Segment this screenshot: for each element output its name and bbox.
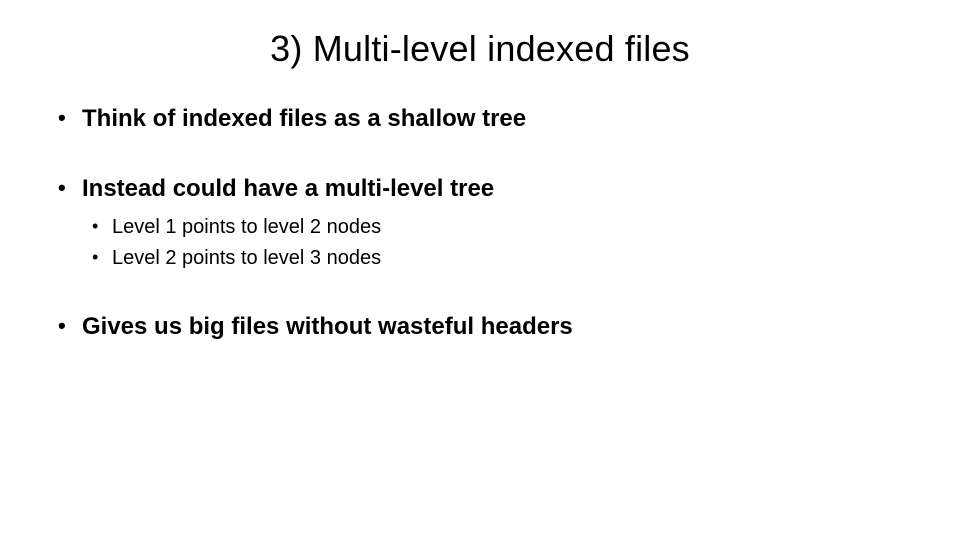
bullet-text: Instead could have a multi-level tree xyxy=(82,175,494,202)
bullet-item: Instead could have a multi-level tree Le… xyxy=(50,174,910,272)
bullet-list: Think of indexed files as a shallow tree… xyxy=(50,104,910,342)
bullet-item: Think of indexed files as a shallow tree xyxy=(50,104,910,134)
sub-bullet-list: Level 1 points to level 2 nodes Level 2 … xyxy=(82,214,910,272)
sub-bullet-item: Level 1 points to level 2 nodes xyxy=(82,214,910,241)
slide-body: Think of indexed files as a shallow tree… xyxy=(0,70,960,342)
bullet-text: Gives us big files without wasteful head… xyxy=(82,313,573,340)
slide-title: 3) Multi-level indexed files xyxy=(0,0,960,70)
sub-bullet-item: Level 2 points to level 3 nodes xyxy=(82,245,910,272)
bullet-text: Think of indexed files as a shallow tree xyxy=(82,105,526,132)
slide: 3) Multi-level indexed files Think of in… xyxy=(0,0,960,540)
bullet-item: Gives us big files without wasteful head… xyxy=(50,312,910,342)
